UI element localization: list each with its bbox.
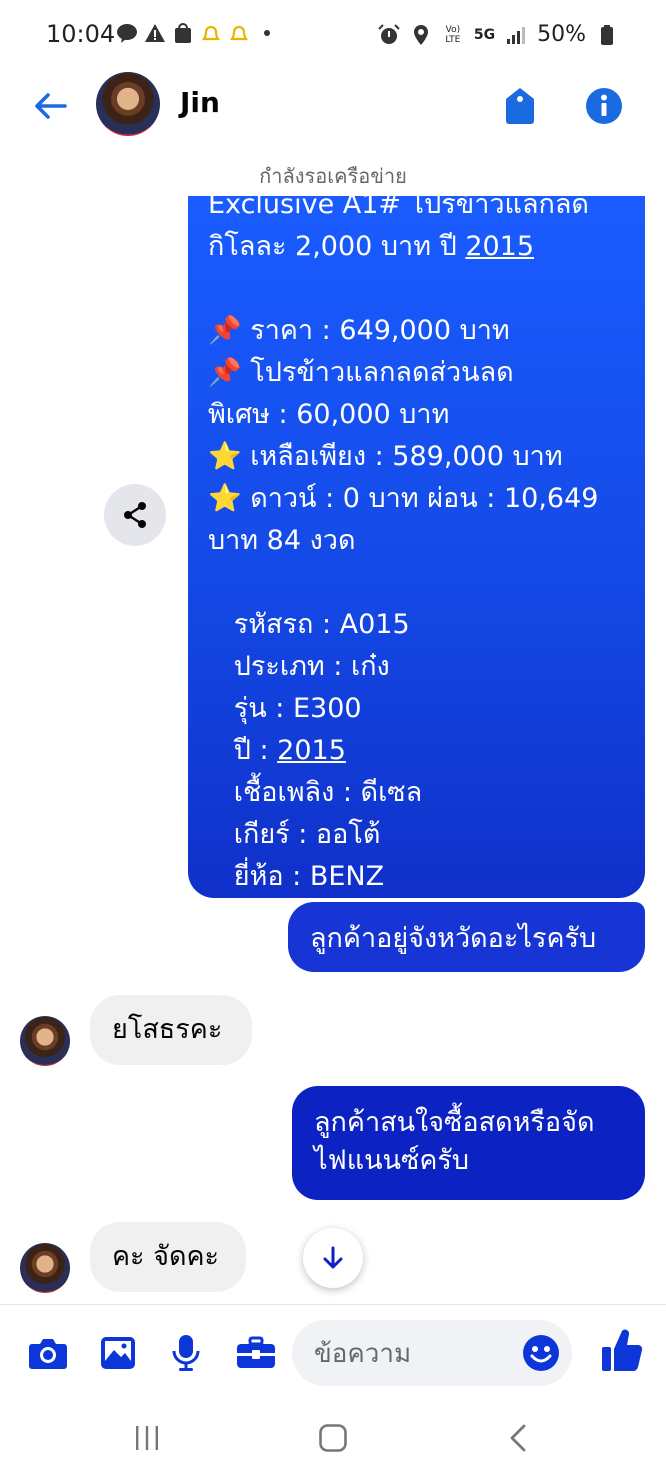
network-type: 5G	[473, 26, 496, 43]
line-app-icon	[116, 22, 138, 44]
message-line: เชื้อเพลิง : ดีเซล	[208, 772, 638, 814]
recent-apps-icon	[136, 1426, 158, 1450]
emoji-icon[interactable]	[522, 1334, 560, 1372]
message-line: ประเภท : เก๋ง	[208, 646, 638, 688]
message-line: 📌 ราคา : 649,000 บาท	[208, 310, 638, 352]
system-icons: Vo) LTE 5G 50%	[378, 22, 618, 47]
message-line	[208, 562, 638, 604]
notification-icons	[116, 22, 278, 44]
message-line: พิเศษ : 60,000 บาท	[208, 394, 638, 436]
arrow-down-icon	[323, 1246, 343, 1269]
message-bubble-outgoing[interactable]: ลูกค้าสนใจซื้อสดหรือจัดไฟแนนซ์ครับ	[292, 1086, 645, 1200]
bell-icon	[228, 22, 250, 44]
microphone-icon	[172, 1335, 200, 1371]
message-line: ⭐ ดาวน์ : 0 บาท ผ่อน : 10,649	[208, 478, 638, 520]
tag-icon	[506, 88, 534, 124]
info-button[interactable]	[580, 82, 628, 130]
battery-percent: 50%	[537, 22, 586, 47]
message-line: ปี : 2015	[208, 730, 638, 772]
message-line: Exclusive A1# โปรข้าวแลกลด	[208, 196, 638, 226]
volte-icon: Vo) LTE	[445, 24, 461, 45]
message-line: รุ่น : E300	[208, 688, 638, 730]
system-nav-bar	[0, 1400, 666, 1480]
network-status: กำลังรอเครือข่าย	[259, 164, 407, 188]
voice-button[interactable]	[164, 1331, 208, 1375]
message-line-text: กิโลละ 2,000 บาท ปี	[208, 231, 466, 262]
back-icon	[510, 1424, 526, 1452]
info-icon	[586, 88, 622, 124]
business-tools-button[interactable]	[234, 1331, 278, 1375]
scroll-to-bottom-button[interactable]	[303, 1228, 363, 1288]
message-line-text: ยี่ห้อ : BENZ	[208, 861, 385, 892]
message-text: คะ จัดคะ	[112, 1241, 220, 1272]
message-input[interactable]	[312, 1320, 516, 1388]
recent-apps-button[interactable]	[122, 1418, 172, 1458]
message-line-text: รหัสรถ : A015	[208, 609, 410, 640]
message-line-text: รุ่น : E300	[208, 693, 362, 724]
message-text: ลูกค้าอยู่จังหวัดอะไรครับ	[310, 923, 597, 954]
message-text: ลูกค้าสนใจซื้อสดหรือจัดไฟแนนซ์ครับ	[314, 1107, 595, 1176]
briefcase-icon	[237, 1336, 275, 1368]
warning-icon	[144, 22, 166, 44]
message-line-text: เชื้อเพลิง : ดีเซล	[208, 777, 423, 808]
share-icon	[124, 502, 146, 528]
home-button[interactable]	[308, 1418, 358, 1458]
back-nav-button[interactable]	[494, 1418, 544, 1458]
message-bubble-incoming[interactable]: คะ จัดคะ	[90, 1222, 246, 1292]
message-link[interactable]: 2015	[465, 231, 534, 262]
home-icon	[319, 1424, 347, 1452]
message-bubble-outgoing[interactable]: ลูกค้าอยู่จังหวัดอะไรครับ	[288, 902, 645, 972]
message-line-text: 📌 โปรข้าวแลกลดส่วนลด	[208, 357, 514, 388]
message-line: 📌 โปรข้าวแลกลดส่วนลด	[208, 352, 638, 394]
contact-name[interactable]: Jin	[180, 86, 220, 119]
message-line: เกียร์ : ออโต้	[208, 814, 638, 856]
message-bubble-incoming[interactable]: ยโสธรคะ	[90, 995, 252, 1065]
camera-icon	[29, 1339, 67, 1369]
thumbs-up-icon[interactable]	[600, 1327, 644, 1375]
chat-header: Jin	[0, 70, 666, 140]
location-icon	[410, 24, 432, 46]
message-line-text: เกียร์ : ออโต้	[208, 819, 381, 850]
message-line: ยี่ห้อ : BENZ	[208, 856, 638, 898]
message-line: บาท 84 งวด	[208, 520, 638, 562]
camera-button[interactable]	[26, 1331, 70, 1375]
bell-icon	[200, 22, 222, 44]
battery-icon	[596, 24, 618, 46]
status-bar: 10:04 Vo) LTE 5G 50%	[0, 0, 666, 72]
contact-avatar-small[interactable]	[20, 1016, 70, 1066]
status-time: 10:04	[46, 20, 116, 48]
more-notifications-dot	[256, 22, 278, 44]
message-line-text: 📌 ราคา : 649,000 บาท	[208, 315, 510, 346]
message-line: ⭐ เหลือเพียง : 589,000 บาท	[208, 436, 638, 478]
message-line-text: ⭐ เหลือเพียง : 589,000 บาท	[208, 441, 563, 472]
contact-avatar[interactable]	[96, 72, 160, 136]
contact-avatar-small[interactable]	[20, 1243, 70, 1293]
message-link[interactable]: 2015	[277, 735, 346, 766]
message-composer	[0, 1304, 666, 1401]
gallery-button[interactable]	[96, 1331, 140, 1375]
share-button[interactable]	[104, 484, 166, 546]
message-text: Exclusive A1# โปรข้าวแลกลดกิโลละ 2,000 บ…	[208, 196, 638, 898]
message-line-text: บาท 84 งวด	[208, 525, 356, 556]
message-line: รหัสรถ : A015	[208, 604, 638, 646]
message-bubble-outgoing[interactable]: Exclusive A1# โปรข้าวแลกลดกิโลละ 2,000 บ…	[188, 196, 645, 898]
back-button[interactable]	[28, 84, 72, 128]
shopping-bag-icon	[172, 22, 194, 44]
alarm-icon	[378, 23, 400, 46]
message-line-text: ปี :	[208, 735, 278, 766]
message-line	[208, 268, 638, 310]
signal-icon	[505, 24, 527, 46]
message-line: กิโลละ 2,000 บาท ปี 2015	[208, 226, 638, 268]
message-line-text: ประเภท : เก๋ง	[208, 651, 390, 682]
image-icon	[101, 1337, 135, 1369]
message-line-text: ⭐ ดาวน์ : 0 บาท ผ่อน : 10,649	[208, 483, 599, 514]
back-arrow-icon	[35, 93, 67, 119]
message-line-text: พิเศษ : 60,000 บาท	[208, 399, 450, 430]
tag-button[interactable]	[496, 82, 544, 130]
message-field[interactable]	[292, 1320, 572, 1388]
message-line-text: Exclusive A1# โปรข้าวแลกลด	[208, 196, 589, 220]
message-text: ยโสธรคะ	[112, 1014, 223, 1045]
